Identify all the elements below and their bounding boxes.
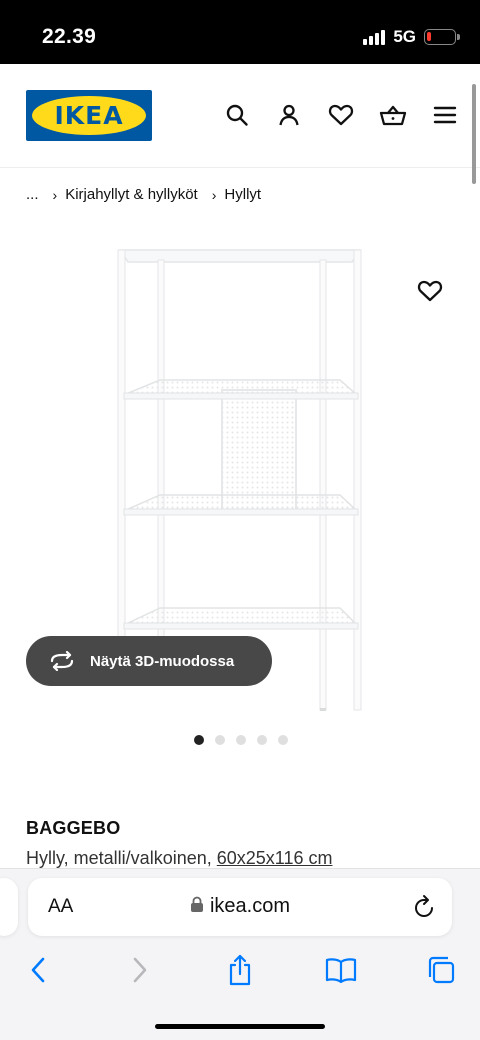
menu-icon[interactable] — [430, 100, 460, 130]
page-scrollbar[interactable] — [472, 84, 476, 184]
logo-oval: IKEA — [32, 96, 146, 135]
url-display[interactable]: ikea.com — [28, 895, 452, 919]
browser-nav-bar — [0, 952, 480, 988]
carousel-dot[interactable] — [257, 735, 267, 745]
chevron-right-icon — [133, 957, 147, 983]
previous-tab-peek[interactable] — [0, 878, 18, 936]
header-actions — [222, 100, 460, 130]
forward-button[interactable] — [122, 952, 158, 988]
carousel-dot[interactable] — [215, 735, 225, 745]
logo-text: IKEA — [54, 101, 124, 130]
search-icon[interactable] — [222, 100, 252, 130]
shelf-2 — [123, 494, 359, 516]
chevron-right-icon: › — [52, 186, 58, 203]
shelf-3 — [123, 607, 359, 630]
product-name: BAGGEBO — [26, 818, 121, 838]
product-dimensions-link[interactable]: 60x25x116 cm — [217, 848, 333, 868]
image-carousel-dots — [194, 735, 288, 745]
user-icon[interactable] — [274, 100, 304, 130]
site-header: IKEA — [0, 64, 480, 168]
tabs-icon — [428, 956, 455, 984]
chevron-left-icon — [31, 957, 45, 983]
product-type: Hylly, metalli/valkoinen, — [26, 848, 212, 868]
shelf-1 — [123, 379, 359, 400]
cellular-signal-icon — [363, 29, 386, 45]
chevron-right-icon: › — [211, 186, 217, 203]
tabs-button[interactable] — [423, 952, 459, 988]
lock-icon — [190, 896, 204, 919]
add-to-favorites-button[interactable] — [414, 276, 446, 306]
status-time: 22.39 — [42, 25, 97, 48]
url-text: ikea.com — [209, 895, 291, 917]
breadcrumb-item-bookshelves[interactable]: Kirjahyllyt & hyllyköt — [65, 186, 198, 203]
status-indicators: 5G — [363, 27, 460, 47]
product-description: Hylly, metalli/valkoinen, 60x25x116 cm — [26, 848, 332, 869]
carousel-dot[interactable] — [278, 735, 288, 745]
view-3d-label: Näytä 3D-muodossa — [90, 652, 235, 670]
breadcrumb: ... › Kirjahyllyt & hyllyköt › Hyllyt — [26, 186, 261, 203]
reload-button[interactable] — [412, 894, 436, 925]
address-bar[interactable]: AA ikea.com — [28, 878, 452, 936]
carousel-dot[interactable] — [236, 735, 246, 745]
home-indicator[interactable] — [155, 1024, 325, 1029]
breadcrumb-ellipsis[interactable]: ... — [26, 186, 39, 203]
network-type: 5G — [393, 27, 416, 46]
status-bar: 22.39 5G — [0, 0, 480, 64]
rotate-3d-icon — [48, 651, 76, 671]
bookmarks-button[interactable] — [323, 952, 359, 988]
reload-icon — [415, 895, 433, 917]
back-button[interactable] — [20, 952, 56, 988]
basket-icon[interactable] — [378, 100, 408, 130]
battery-icon — [424, 29, 460, 45]
battery-level — [427, 32, 431, 41]
ikea-logo[interactable]: IKEA — [26, 90, 152, 141]
heart-icon[interactable] — [326, 100, 356, 130]
share-icon — [229, 954, 251, 986]
view-3d-button[interactable]: Näytä 3D-muodossa — [26, 636, 272, 686]
carousel-dot[interactable] — [194, 735, 204, 745]
book-icon — [325, 958, 357, 983]
breadcrumb-item-shelves[interactable]: Hyllyt — [224, 186, 261, 203]
share-button[interactable] — [222, 952, 258, 988]
heart-icon — [417, 280, 443, 302]
